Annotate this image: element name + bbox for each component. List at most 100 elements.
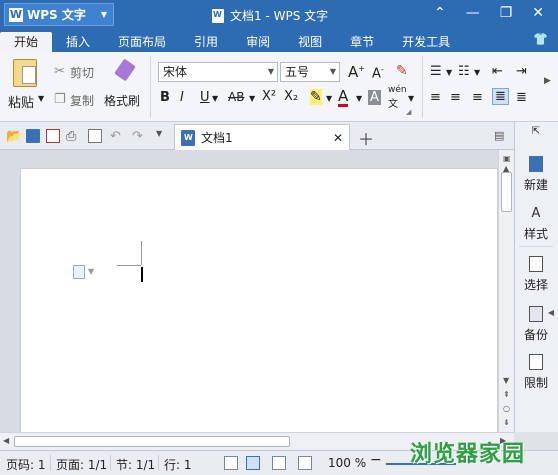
grow-font-button[interactable]: A+	[348, 63, 365, 81]
tab-review[interactable]: 审阅	[232, 32, 284, 52]
sidepanel-label: 备份	[523, 328, 548, 342]
undo-icon[interactable]: ↶	[110, 129, 124, 144]
paste-icon[interactable]	[10, 58, 40, 88]
new-document-icon	[529, 156, 543, 172]
maximize-button[interactable]: ❐	[500, 5, 513, 21]
bullet-list-icon[interactable]: ☰	[430, 64, 442, 79]
web-layout-view-icon[interactable]	[298, 456, 312, 470]
chevron-down-icon[interactable]: ▼	[446, 68, 452, 77]
open-folder-icon[interactable]: 📂	[6, 129, 22, 144]
close-tab-icon[interactable]: ✕	[333, 131, 343, 145]
save-icon[interactable]	[26, 129, 40, 143]
font-name-select[interactable]: 宋体 ▼	[158, 62, 278, 82]
sidepanel-new[interactable]: 新建	[515, 156, 557, 193]
chevron-down-icon[interactable]: ▼	[326, 94, 332, 103]
new-tab-button[interactable]: ＋	[358, 126, 374, 150]
vertical-scrollbar[interactable]: ▣ ▲ ▼ ⇞ ○ ⇟	[498, 150, 514, 432]
paste-dropdown-icon[interactable]: ▼	[38, 94, 44, 103]
status-pages[interactable]: 页面: 1/1	[56, 456, 107, 473]
page-view-icon[interactable]	[246, 456, 260, 470]
numbered-list-icon[interactable]: ☷	[458, 64, 470, 79]
subscript-button[interactable]: X₂	[284, 89, 298, 104]
outline-view-icon[interactable]	[272, 456, 286, 470]
shrink-font-button[interactable]: A-	[372, 65, 384, 81]
highlight-icon[interactable]: ✎	[310, 89, 322, 105]
ribbon-scroll-right-icon[interactable]: ▶	[544, 76, 551, 86]
tab-section[interactable]: 章节	[336, 32, 388, 52]
close-button[interactable]: ✕	[532, 5, 544, 21]
paste-button[interactable]: 粘贴	[8, 92, 34, 111]
shirt-icon[interactable]: 👕	[533, 32, 548, 46]
tab-view[interactable]: 视图	[284, 32, 336, 52]
tab-references[interactable]: 引用	[180, 32, 232, 52]
font-size-select[interactable]: 五号 ▼	[280, 62, 340, 82]
styles-icon: A	[531, 206, 541, 221]
copy-button[interactable]: 复制	[70, 92, 94, 109]
chevron-down-icon[interactable]: ▼	[249, 94, 255, 103]
justify-icon[interactable]: ≣	[492, 88, 509, 105]
zoom-out-button[interactable]: −	[370, 452, 382, 468]
paragraph-layout-icon[interactable]	[73, 265, 85, 279]
increase-indent-icon[interactable]: ⇥	[516, 64, 527, 79]
previous-page-icon[interactable]: ⇞	[503, 390, 510, 399]
quick-access-bar: 📂 ⎙ ↶ ↷ ▼ 文档1 ✕ ＋ ▤	[0, 122, 516, 150]
font-dialog-launcher-icon[interactable]: ◢	[406, 108, 411, 116]
wps-logo-icon: W	[9, 7, 23, 22]
align-center-icon[interactable]: ≡	[450, 90, 461, 105]
panel-expand-arrow-icon[interactable]: ◀	[545, 308, 557, 317]
italic-button[interactable]: I	[180, 90, 184, 105]
skin-icon[interactable]: ⌃	[434, 5, 446, 21]
underline-button[interactable]: U	[200, 90, 210, 105]
tab-page-layout[interactable]: 页面布局	[104, 32, 180, 52]
customize-toolbar-icon[interactable]: ▼	[156, 129, 170, 143]
zoom-level[interactable]: 100 %	[328, 456, 366, 470]
export-pdf-icon[interactable]	[46, 129, 60, 143]
tab-developer[interactable]: 开发工具	[388, 32, 464, 52]
char-shading-button[interactable]: A	[368, 90, 381, 105]
document-page[interactable]: ▼	[20, 168, 498, 438]
select-browse-object-icon[interactable]: ○	[503, 404, 510, 413]
full-screen-view-icon[interactable]	[224, 456, 238, 470]
tab-home[interactable]: 开始	[0, 32, 53, 52]
align-left-icon[interactable]: ≡	[430, 90, 441, 105]
chevron-down-icon[interactable]: ▼	[408, 94, 414, 103]
clear-format-icon[interactable]: ✎	[396, 63, 408, 79]
superscript-button[interactable]: X²	[262, 89, 276, 104]
chevron-down-icon[interactable]: ▼	[212, 94, 218, 103]
next-page-icon[interactable]: ⇟	[503, 418, 510, 427]
tab-insert[interactable]: 插入	[52, 32, 104, 52]
sidepanel-select[interactable]: 选择	[515, 256, 557, 293]
sidepanel-styles[interactable]: A 样式	[515, 206, 557, 242]
cut-button[interactable]: 剪切	[70, 64, 94, 81]
chevron-down-icon[interactable]: ▼	[474, 68, 480, 77]
status-page-number[interactable]: 页码: 1	[6, 456, 46, 473]
print-preview-icon[interactable]	[88, 129, 102, 143]
bold-button[interactable]: B	[160, 90, 170, 105]
redo-icon[interactable]: ↷	[132, 129, 146, 144]
chevron-down-icon[interactable]: ▼	[88, 267, 94, 276]
align-right-icon[interactable]: ≡	[472, 90, 483, 105]
decrease-indent-icon[interactable]: ⇤	[492, 64, 503, 79]
distributed-align-icon[interactable]: ≣	[516, 90, 527, 105]
chevron-down-icon[interactable]: ▼	[356, 94, 362, 103]
sidepanel-restrict[interactable]: 限制	[515, 354, 557, 391]
vertical-scroll-thumb[interactable]	[501, 172, 512, 212]
scroll-left-arrow-icon[interactable]: ◀	[3, 436, 9, 445]
split-view-icon[interactable]: ▣	[503, 154, 511, 163]
window-title-text: 文档1 - WPS 文字	[230, 9, 329, 23]
phonetic-guide-button[interactable]: wén 文	[388, 85, 407, 110]
status-line[interactable]: 行: 1	[164, 456, 192, 473]
format-painter-icon[interactable]	[108, 58, 138, 88]
document-tab[interactable]: 文档1 ✕	[174, 124, 350, 150]
scroll-down-arrow-icon[interactable]: ▼	[503, 376, 509, 385]
panel-collapse-icon[interactable]: ⇱	[515, 126, 557, 137]
tab-list-icon[interactable]: ▤	[494, 129, 508, 143]
minimize-button[interactable]: —	[466, 5, 480, 21]
font-color-button[interactable]: A	[338, 88, 349, 107]
status-section[interactable]: 节: 1/1	[116, 456, 155, 473]
app-menu-button[interactable]: W WPS 文字 ▼	[4, 3, 114, 26]
print-icon[interactable]: ⎙	[66, 129, 80, 144]
format-painter-button[interactable]: 格式刷	[104, 92, 140, 109]
horizontal-scroll-thumb[interactable]	[14, 436, 290, 447]
strikethrough-button[interactable]: AB	[228, 90, 244, 104]
